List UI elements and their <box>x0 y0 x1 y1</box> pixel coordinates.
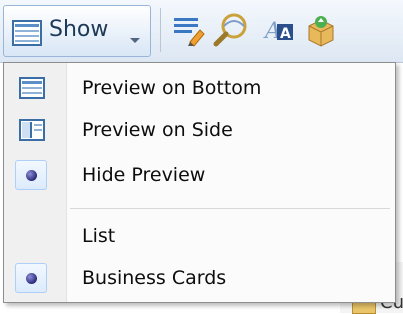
show-button[interactable]: Show <box>3 5 151 57</box>
menu-item-label: Preview on Bottom <box>82 77 262 99</box>
show-layout-icon <box>12 20 42 50</box>
menu-item-label: Business Cards <box>82 267 227 289</box>
menu-item-business-cards[interactable]: Business Cards <box>4 258 395 298</box>
edit-list-icon[interactable] <box>172 12 208 48</box>
preview-side-icon <box>18 116 46 144</box>
show-button-label: Show <box>49 17 109 42</box>
menu-item-label: Hide Preview <box>82 164 206 186</box>
menu-item-list[interactable]: List <box>4 216 395 256</box>
menu-item-preview-bottom[interactable]: Preview on Bottom <box>4 68 395 108</box>
radio-bullet-icon <box>26 273 37 284</box>
toolbar-separator <box>160 8 161 52</box>
selected-indicator <box>15 263 47 293</box>
menu-item-preview-side[interactable]: Preview on Side <box>4 110 395 150</box>
preview-bottom-icon <box>18 74 46 102</box>
menu-item-label: Preview on Side <box>82 119 233 141</box>
box-export-icon[interactable] <box>303 12 339 48</box>
menu-item-hide-preview[interactable]: Hide Preview <box>4 155 395 195</box>
selected-indicator <box>15 160 47 190</box>
font-format-icon[interactable]: A A <box>263 12 299 48</box>
svg-text:A: A <box>280 26 291 42</box>
show-dropdown-menu: Preview on Bottom Preview on Side Hide P… <box>3 62 396 303</box>
dropdown-caret-icon[interactable] <box>129 30 141 49</box>
radio-bullet-icon <box>26 170 37 181</box>
search-globe-icon[interactable] <box>212 12 248 48</box>
menu-separator <box>70 208 390 209</box>
menu-item-label: List <box>82 225 116 247</box>
toolbar: Show A A <box>0 0 403 63</box>
